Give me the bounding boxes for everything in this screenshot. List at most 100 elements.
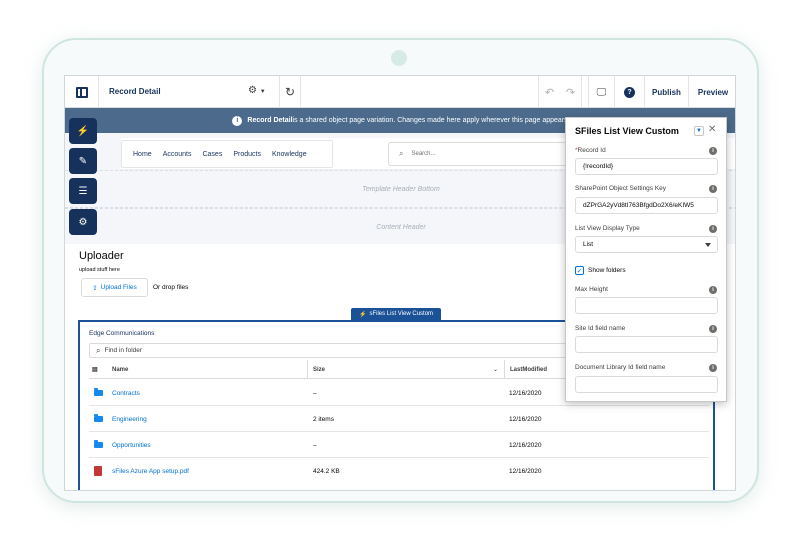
display-type-select[interactable]: List bbox=[575, 236, 718, 253]
row-size: – bbox=[313, 441, 317, 449]
nav-item-home[interactable]: Home bbox=[133, 151, 152, 158]
row-name-link[interactable]: Opportunities bbox=[112, 432, 151, 458]
sp-settings-field[interactable]: dZPrGA2yVd8tI763BfgdDo2X6/eKIW5 bbox=[575, 197, 718, 214]
find-placeholder: Find in folder bbox=[104, 347, 143, 354]
drop-files-label: Or drop files bbox=[153, 284, 189, 291]
upload-files-label: Upload Files bbox=[100, 284, 137, 291]
banner-page-name: Record Detail bbox=[247, 117, 293, 124]
show-folders-label: Show folders bbox=[588, 267, 626, 274]
upload-icon: ⇪ bbox=[92, 284, 98, 292]
search-placeholder: Search... bbox=[411, 151, 436, 157]
info-icon[interactable]: i bbox=[709, 147, 717, 155]
info-icon[interactable]: i bbox=[709, 286, 717, 294]
device-preview-button[interactable]: 🖵 bbox=[588, 76, 615, 108]
info-icon[interactable]: i bbox=[709, 325, 717, 333]
desktop-icon: 🖵 bbox=[596, 86, 607, 98]
column-modified[interactable]: LastModified bbox=[504, 360, 547, 379]
info-icon[interactable]: i bbox=[709, 185, 717, 193]
column-size[interactable]: Size ⌄ bbox=[307, 360, 504, 379]
search-icon: ⌕ bbox=[399, 149, 404, 158]
display-type-value: List bbox=[583, 241, 594, 248]
brush-icon: ✎ bbox=[78, 155, 88, 167]
redo-icon: ↷ bbox=[565, 86, 576, 99]
search-icon: ⌕ bbox=[96, 345, 101, 355]
row-modified: 12/16/2020 bbox=[509, 441, 542, 449]
publish-button[interactable]: Publish bbox=[645, 76, 689, 108]
row-name-link[interactable]: Contracts bbox=[112, 380, 140, 406]
find-in-folder-input[interactable]: ⌕ Find in folder bbox=[89, 343, 569, 358]
column-name[interactable]: Name bbox=[112, 360, 128, 379]
component-tag-label: sFiles List View Custom bbox=[369, 311, 434, 317]
show-folders-checkbox[interactable]: ✓ bbox=[575, 266, 584, 275]
page-structure-button[interactable]: ☰ bbox=[69, 178, 97, 204]
folder-icon bbox=[94, 440, 103, 448]
components-tool-button[interactable]: ⚡ bbox=[69, 118, 97, 144]
upload-files-button[interactable]: ⇪ Upload Files bbox=[81, 278, 148, 297]
lightning-icon: ⚡ bbox=[76, 125, 90, 137]
panel-title: SFiles List View Custom bbox=[575, 126, 679, 136]
row-modified: 12/16/2020 bbox=[509, 415, 542, 423]
builder-topbar: Record Detail ⚙ ▼ ↻ ↶ ↷ 🖵 ? Publish Prev… bbox=[65, 76, 735, 108]
site-id-label: Site Id field name bbox=[575, 325, 626, 332]
table-row[interactable]: sFiles Azure App setup.pdf 424.2 KB 12/1… bbox=[89, 458, 709, 484]
row-size: 2 items bbox=[313, 415, 334, 423]
row-size: 424.2 KB bbox=[313, 467, 340, 475]
refresh-icon: ↻ bbox=[284, 85, 296, 99]
row-modified: 12/16/2020 bbox=[509, 467, 542, 475]
page-title[interactable]: Record Detail bbox=[109, 76, 161, 108]
table-row[interactable]: Opportunities – 12/16/2020 bbox=[89, 432, 709, 458]
folder-icon bbox=[94, 414, 103, 422]
doc-lib-field[interactable] bbox=[575, 376, 718, 393]
info-icon[interactable]: i bbox=[709, 225, 717, 233]
record-id-field[interactable]: {!recordId} bbox=[575, 158, 718, 175]
component-tag[interactable]: ⚡ sFiles List View Custom bbox=[351, 308, 441, 320]
nav-menu: Home Accounts Cases Products Knowledge bbox=[121, 140, 333, 168]
preview-button[interactable]: Preview bbox=[689, 76, 735, 108]
app-switcher[interactable] bbox=[65, 76, 99, 108]
uploader-title: Uploader bbox=[79, 250, 124, 262]
chevron-down-icon: ⌄ bbox=[492, 367, 498, 373]
uploader-subtitle: upload stuff here bbox=[79, 267, 120, 273]
folder-icon bbox=[94, 388, 103, 396]
row-modified: 12/16/2020 bbox=[509, 389, 542, 397]
max-height-label: Max Height bbox=[575, 286, 608, 293]
sp-settings-label: SharePoint Object Settings Key bbox=[575, 185, 667, 192]
theme-tool-button[interactable]: ✎ bbox=[69, 148, 97, 174]
undo-button[interactable]: ↶ bbox=[538, 76, 560, 108]
nav-item-cases[interactable]: Cases bbox=[202, 151, 222, 158]
redo-button[interactable]: ↷ bbox=[560, 76, 582, 108]
nav-item-knowledge[interactable]: Knowledge bbox=[272, 151, 307, 158]
settings-tool-button[interactable]: ⚙ bbox=[69, 209, 97, 235]
panel-menu-button[interactable]: ▼ bbox=[694, 126, 704, 136]
nav-item-accounts[interactable]: Accounts bbox=[163, 151, 192, 158]
chevron-down-icon: ▼ bbox=[696, 128, 702, 134]
nav-item-products[interactable]: Products bbox=[233, 151, 261, 158]
help-icon: ? bbox=[624, 86, 635, 98]
banner-text: is a shared object page variation. Chang… bbox=[292, 117, 570, 124]
table-row[interactable]: Engineering 2 items 12/16/2020 bbox=[89, 406, 709, 432]
component-property-panel: SFiles List View Custom ▼ ✕ *Record Id i… bbox=[565, 117, 727, 402]
gear-icon: ⚙ bbox=[248, 85, 257, 96]
info-icon[interactable]: i bbox=[709, 364, 717, 372]
site-id-field[interactable] bbox=[575, 336, 718, 353]
page-settings-dropdown[interactable]: ⚙ ▼ bbox=[248, 85, 266, 96]
undo-icon: ↶ bbox=[544, 86, 555, 99]
panel-scrollbar[interactable] bbox=[726, 144, 727, 224]
file-type-icon: ▤ bbox=[92, 367, 98, 373]
refresh-button[interactable]: ↻ bbox=[279, 76, 301, 108]
row-size: – bbox=[313, 389, 317, 397]
pdf-icon bbox=[94, 466, 102, 476]
search-input[interactable]: ⌕ Search... bbox=[388, 142, 568, 166]
record-id-label-text: Record Id bbox=[577, 147, 606, 154]
folder-breadcrumb[interactable]: Edge Communications bbox=[89, 330, 154, 337]
max-height-field[interactable] bbox=[575, 297, 718, 314]
help-button[interactable]: ? bbox=[615, 76, 645, 108]
close-icon[interactable]: ✕ bbox=[708, 124, 716, 135]
row-name-link[interactable]: Engineering bbox=[112, 406, 147, 432]
row-name-link[interactable]: sFiles Azure App setup.pdf bbox=[112, 458, 189, 484]
record-id-label: *Record Id bbox=[575, 147, 606, 154]
camera-dot bbox=[391, 50, 407, 66]
list-icon: ☰ bbox=[78, 185, 88, 197]
info-icon: i bbox=[232, 115, 243, 126]
chevron-down-icon bbox=[705, 243, 711, 247]
